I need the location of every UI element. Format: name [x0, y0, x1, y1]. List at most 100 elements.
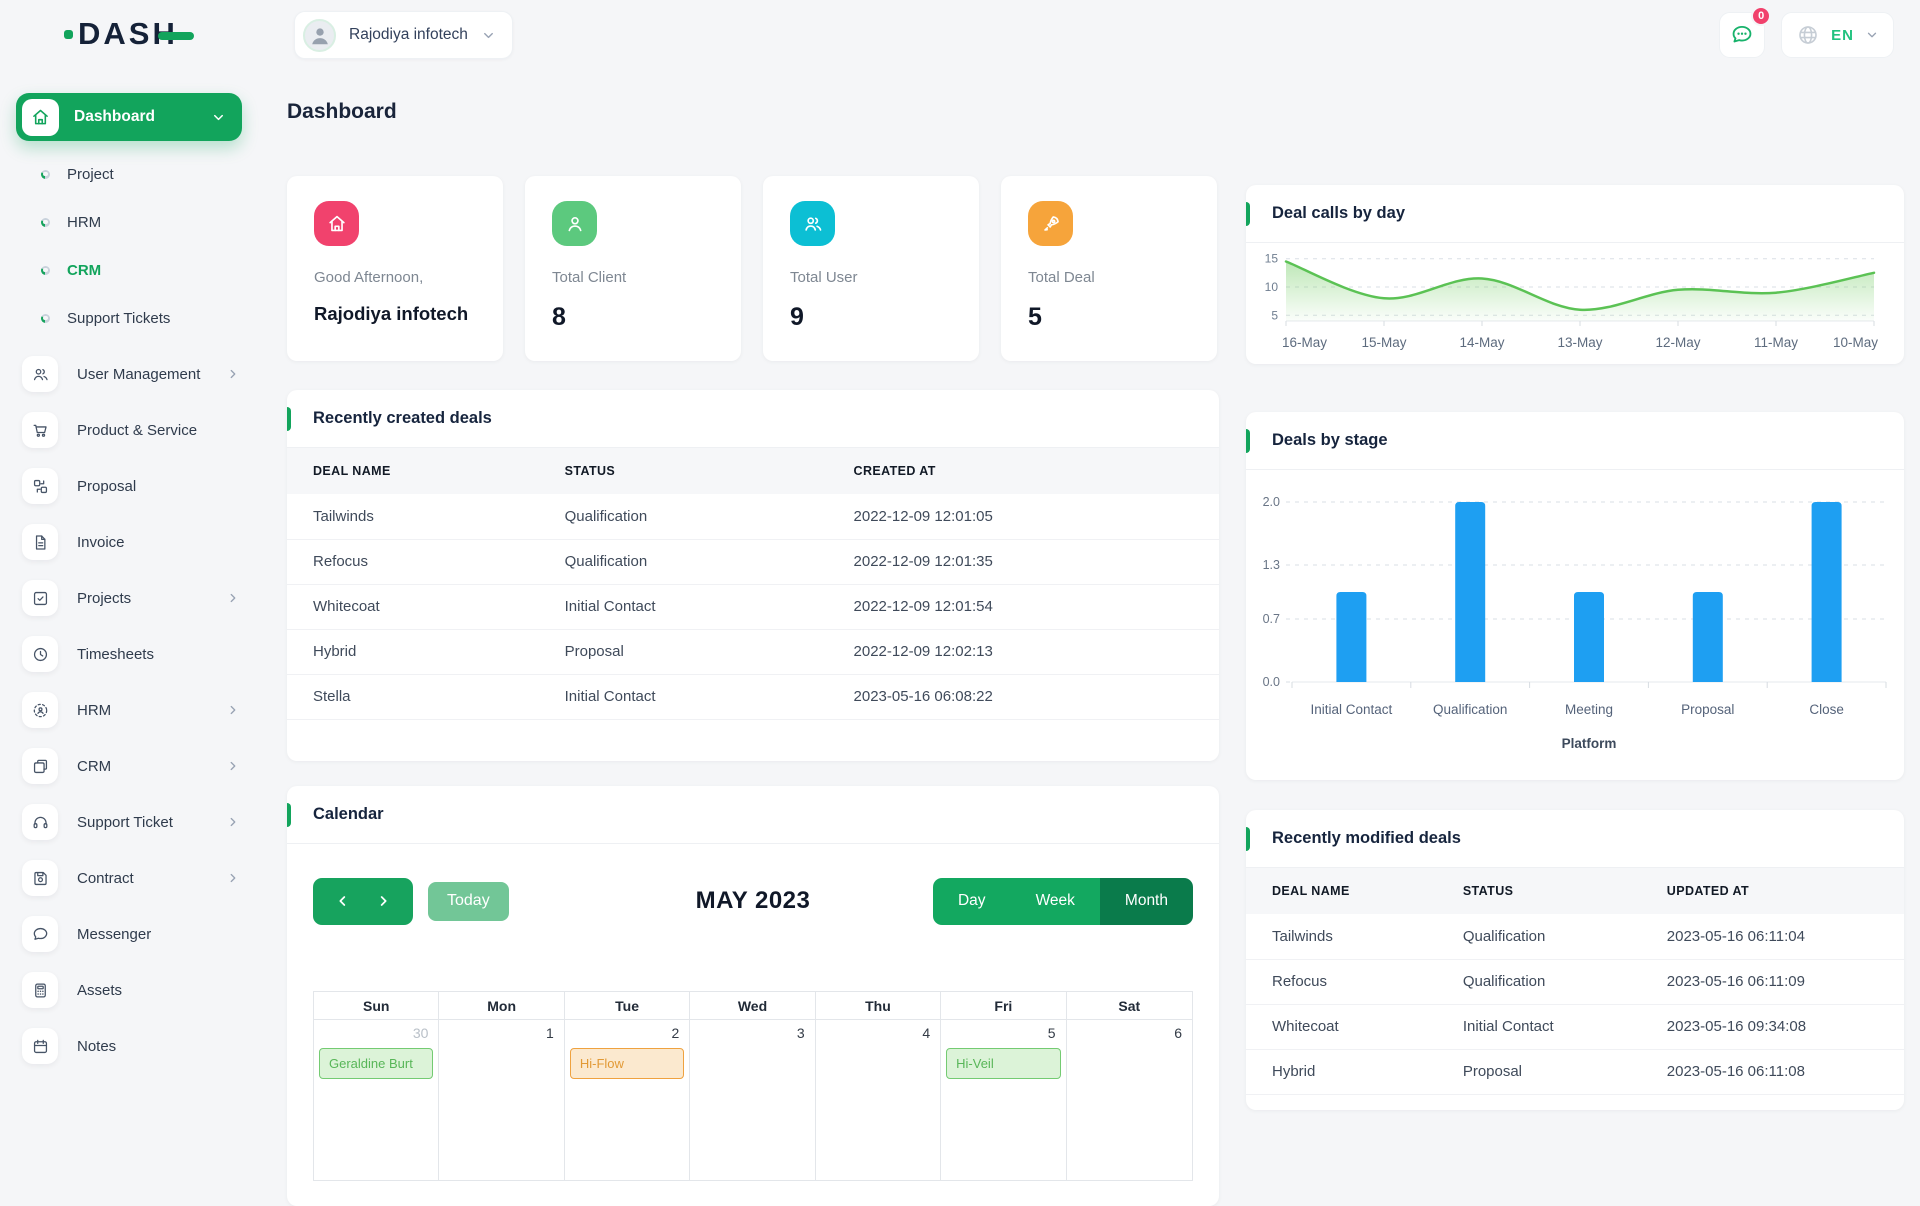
deals-by-stage-card: Deals by stage 2.0 1.3 0.7 0.0 Initial Conta… — [1246, 412, 1904, 780]
recently-modified-deals-table: DEAL NAME STATUS UPDATED AT Tailwinds Qualif… — [1246, 868, 1904, 1095]
floppy-icon — [22, 860, 58, 896]
users-icon — [22, 356, 58, 392]
calendar-event[interactable]: Geraldine Burt — [319, 1048, 434, 1079]
language-selector[interactable]: EN — [1781, 12, 1894, 58]
language-code: EN — [1831, 26, 1854, 44]
calendar-cell-5[interactable]: 5 Hi-Veil — [941, 1020, 1067, 1180]
calendar-date: 5 — [1047, 1025, 1056, 1041]
bullet-icon — [41, 169, 50, 179]
svg-text:Close: Close — [1809, 702, 1844, 717]
sidebar-item-label: User Management — [77, 365, 201, 383]
sidebar-item-label: Invoice — [77, 533, 125, 551]
sidebar-item-label: Support Ticket — [77, 813, 173, 831]
svg-text:15-May: 15-May — [1361, 335, 1406, 350]
sidebar-item-user-management[interactable]: User Management — [0, 346, 260, 402]
calendar-event[interactable]: Hi-Veil — [946, 1048, 1061, 1079]
table-cell: Refocus — [287, 539, 539, 585]
calendar-cell-4[interactable]: 4 — [816, 1020, 942, 1180]
users-icon — [790, 201, 835, 246]
sidebar-item-assets[interactable]: Assets — [0, 962, 260, 1018]
sidebar-item-product-service[interactable]: Product & Service — [0, 402, 260, 458]
sidebar-item-crm[interactable]: CRM — [0, 738, 260, 794]
sidebar-item-invoice[interactable]: Invoice — [0, 514, 260, 570]
calendar-prev-next-button[interactable] — [313, 877, 413, 925]
table-cell: Proposal — [538, 629, 828, 675]
calendar-cell-30[interactable]: 30 Geraldine Burt — [314, 1020, 440, 1180]
calendar-day-header: Sun — [314, 992, 440, 1020]
sidebar-main-list: User Management Product & Service Proposal… — [0, 346, 260, 1074]
clock-icon — [22, 636, 58, 672]
sidebar-item-projects[interactable]: Projects — [0, 570, 260, 626]
chevron-right-icon — [380, 896, 387, 906]
table-cell: Qualification — [1436, 959, 1641, 1005]
topbar: DASH Rajodiya infotech 0 EN — [0, 0, 1920, 70]
sidebar-item-label: HRM — [67, 213, 102, 231]
table-cell: Initial Contact — [538, 584, 828, 630]
sidebar-item-project[interactable]: Project — [0, 150, 260, 198]
calculator-icon — [22, 972, 58, 1008]
stat-label: Total Client — [552, 269, 627, 286]
svg-text:5: 5 — [1271, 308, 1278, 322]
table-cell: Hybrid — [1246, 1049, 1437, 1095]
calendar-view-day[interactable]: Day — [932, 877, 1011, 925]
calendar-view-week[interactable]: Week — [1010, 877, 1100, 925]
calendar-event[interactable]: Hi-Flow — [569, 1048, 685, 1079]
stat-card-total-deal: Total Deal 5 — [1001, 176, 1217, 361]
sidebar-item-timesheets[interactable]: Timesheets — [0, 626, 260, 682]
stat-card-good-afternoon: Good Afternoon, Rajodiya infotech — [287, 176, 503, 361]
chevron-down-icon — [1867, 32, 1877, 38]
svg-text:13-May: 13-May — [1557, 335, 1602, 350]
deal-calls-by-day-card: Deal calls by day 15 10 5 16-May 15-May 14-Ma… — [1246, 185, 1904, 364]
table-cell: 2023-05-16 06:11:08 — [1640, 1049, 1904, 1095]
calendar-cell-1[interactable]: 1 — [439, 1020, 565, 1180]
table-cell: Tailwinds — [1246, 914, 1437, 960]
sidebar-item-hrm[interactable]: HRM — [0, 198, 260, 246]
chevron-right-icon — [226, 703, 240, 717]
recently-created-deals-card: Recently created deals DEAL NAME STATUS CR… — [287, 390, 1219, 761]
table-cell: Qualification — [1436, 914, 1641, 960]
sidebar-item-messenger[interactable]: Messenger — [0, 906, 260, 962]
card-header: Recently modified deals — [1246, 810, 1904, 868]
sidebar-item-contract[interactable]: Contract — [0, 850, 260, 906]
messages-button[interactable]: 0 — [1719, 6, 1772, 58]
column-header: DEAL NAME — [1246, 868, 1437, 914]
chevron-right-icon — [226, 367, 240, 381]
calendar-date: 4 — [922, 1025, 931, 1041]
svg-text:0.7: 0.7 — [1263, 612, 1280, 626]
sidebar-item-proposal[interactable]: Proposal — [0, 458, 260, 514]
calendar-cell-3[interactable]: 3 — [690, 1020, 816, 1180]
calendar-date: 3 — [796, 1025, 805, 1041]
sidebar-item-hrm[interactable]: HRM — [0, 682, 260, 738]
table-cell: Initial Contact — [1436, 1004, 1641, 1050]
sidebar-item-crm[interactable]: CRM — [0, 246, 260, 294]
sidebar-item-support-tickets[interactable]: Support Tickets — [0, 294, 260, 342]
table-row: Whitecoat Initial Contact 2023-05-16 09:34… — [1246, 1004, 1904, 1050]
calendar-cell-6[interactable]: 6 — [1067, 1020, 1192, 1180]
sidebar-item-notes[interactable]: Notes — [0, 1018, 260, 1074]
today-button[interactable]: Today — [428, 881, 509, 921]
calendar-view-month[interactable]: Month — [1099, 877, 1193, 925]
workspace-selector[interactable]: Rajodiya infotech — [294, 11, 513, 59]
table-header-row: DEAL NAME STATUS CREATED AT — [287, 448, 1219, 494]
chat-icon — [22, 916, 58, 952]
calendar-cell-2[interactable]: 2 Hi-Flow — [565, 1020, 691, 1180]
headset-icon — [22, 804, 58, 840]
chevron-left-icon — [339, 896, 346, 906]
calendar-day-header: Sat — [1066, 992, 1192, 1020]
overlap-squares-icon — [22, 748, 58, 784]
svg-text:10: 10 — [1265, 280, 1279, 294]
sidebar-item-label: CRM — [77, 757, 112, 775]
svg-text:16-May: 16-May — [1282, 335, 1327, 350]
sidebar-item-label: Assets — [77, 981, 123, 999]
table-cell: Hybrid — [287, 629, 539, 675]
sidebar-item-label: Contract — [77, 869, 134, 887]
sidebar-item-dashboard[interactable]: Dashboard — [16, 93, 242, 141]
table-row: Hybrid Proposal 2023-05-16 06:11:08 — [1246, 1049, 1904, 1095]
sidebar-item-label: Notes — [77, 1037, 117, 1055]
sidebar-item-support-ticket[interactable]: Support Ticket — [0, 794, 260, 850]
brand-logo[interactable]: DASH — [64, 16, 194, 52]
table-row: Stella Initial Contact 2023-05-16 06:08:22 — [287, 674, 1219, 720]
table-row: Tailwinds Qualification 2023-05-16 06:11:0… — [1246, 914, 1904, 960]
chevron-right-icon — [226, 591, 240, 605]
avatar — [303, 18, 336, 52]
